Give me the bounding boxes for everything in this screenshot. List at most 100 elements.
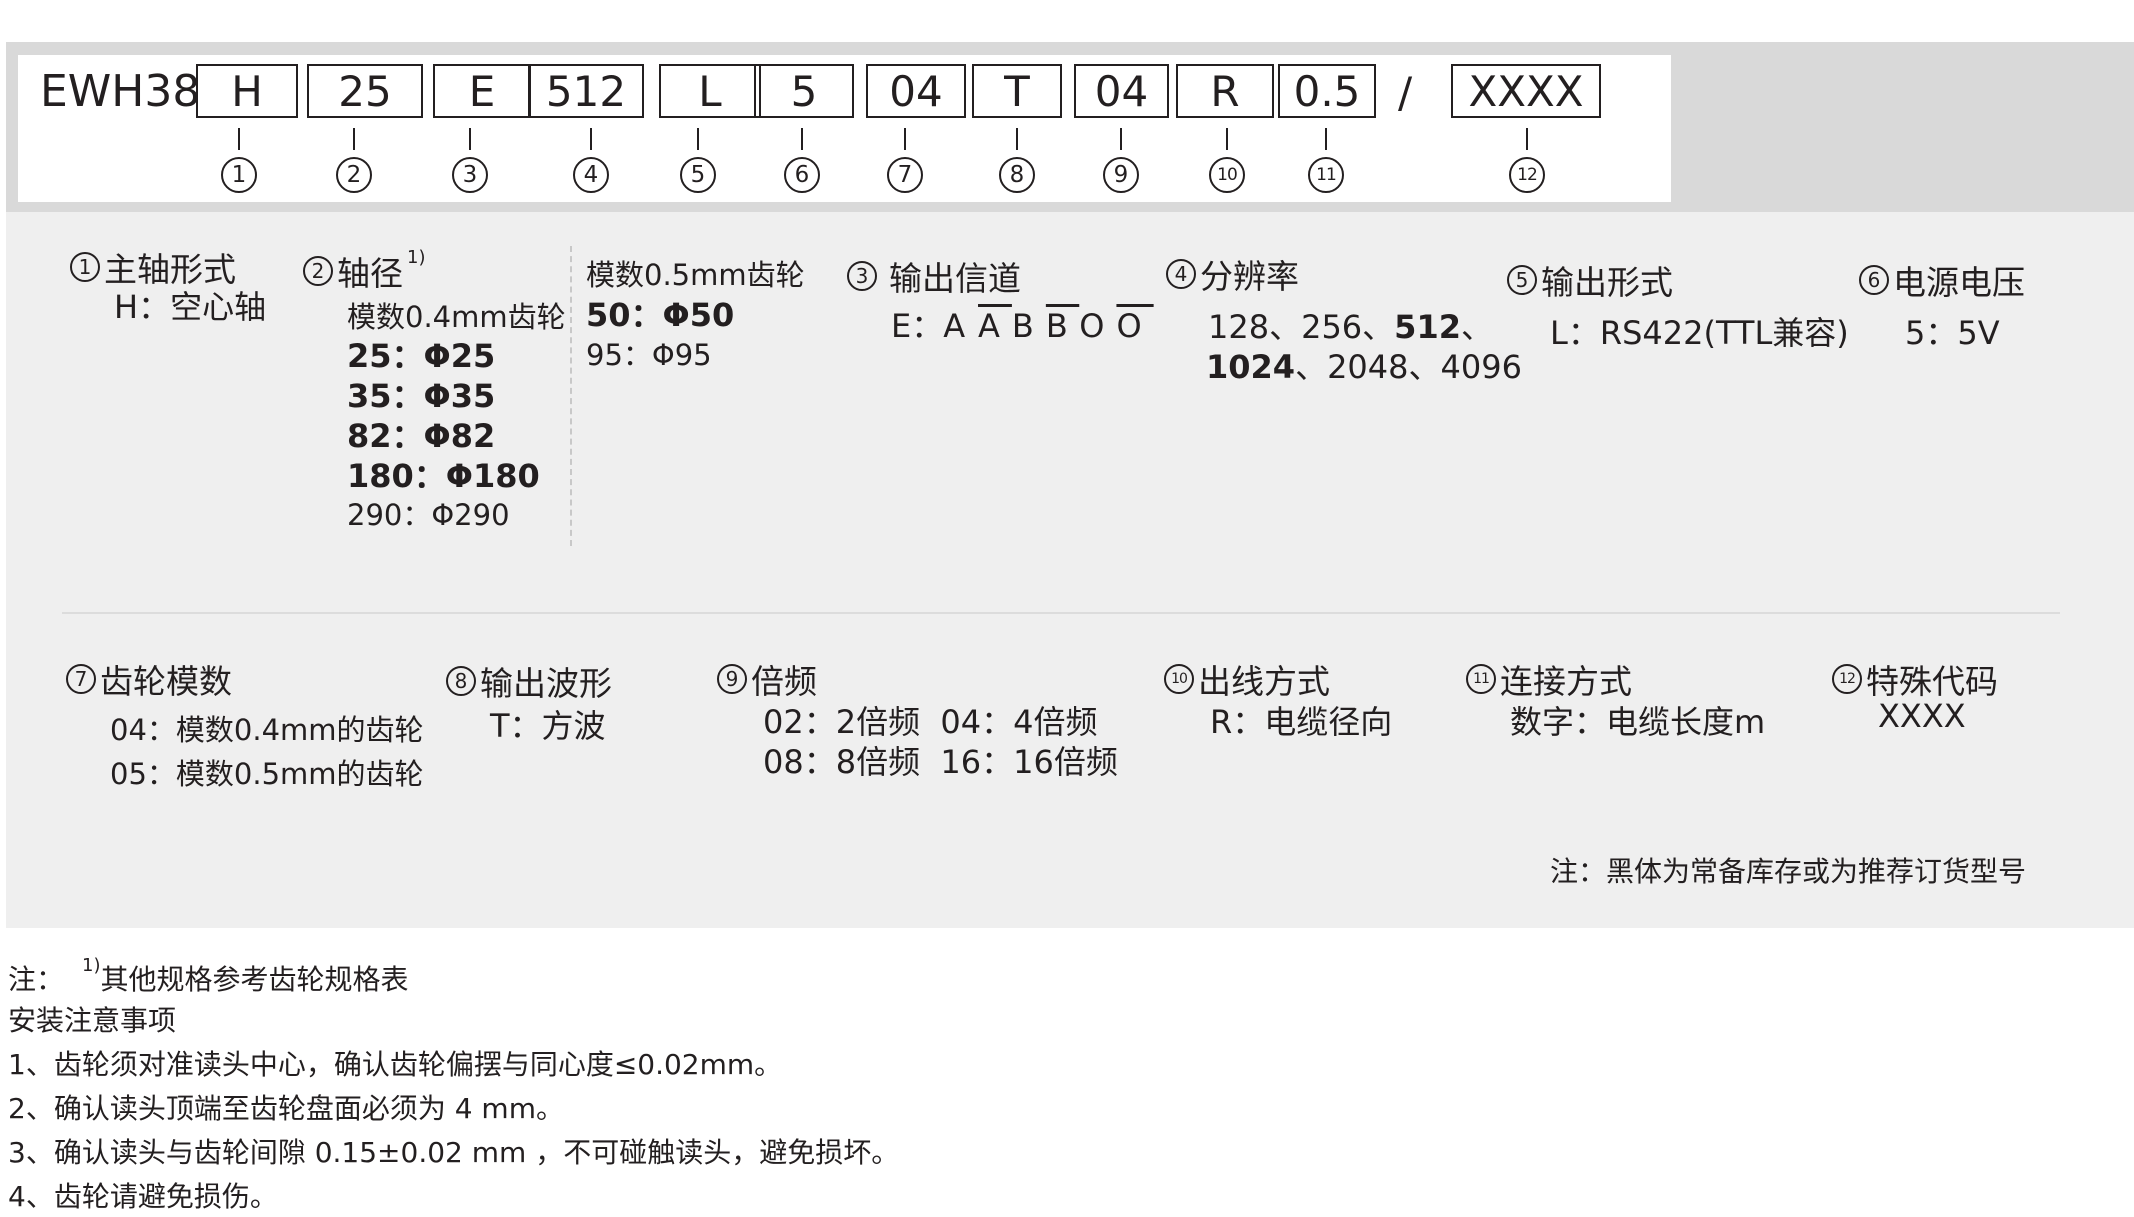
resolution-512: 512 [1394,308,1461,346]
resolution-sep: 、 [1460,308,1493,346]
section-1-number: 1 [70,252,100,282]
code-number-8: 8 [999,157,1035,193]
code-number-3: 3 [452,157,488,193]
footer-note-mark: 1) [82,955,101,976]
code-box-9: 04 [1074,64,1169,118]
code-separator: / [1398,68,1413,117]
section-9-title: 9 倍频 [717,655,817,703]
section-3-prefix: E： [891,307,944,345]
tick-3 [469,128,471,150]
section-4-title-text: 分辨率 [1200,257,1299,296]
code-number-7: 7 [887,157,923,193]
tick-6 [801,128,803,150]
section-1-line: H：空心轴 [114,288,267,326]
install-item-3: 3、确认读头与齿轮间隙 0.15±0.02 mm ，不可碰触读头，避免损坏。 [8,1136,900,1169]
section-2-footnote-mark: 1) [407,247,426,268]
section-5-title-text: 输出形式 [1541,263,1673,302]
code-box-7: 04 [866,64,966,118]
section-11-number: 11 [1466,664,1496,694]
section-7-number: 7 [66,664,96,694]
panel-note: 注：黑体为常备库存或为推荐订货型号 [1550,855,2027,888]
section-4-number: 4 [1166,259,1196,289]
signal-o-bar: O [1116,307,1154,345]
section-6-title: 6 电源电压 [1859,256,2025,304]
section-10-line: R：电缆径向 [1210,703,1393,741]
tick-12 [1526,128,1528,150]
code-number-1: 1 [221,157,257,193]
section-10-title-text: 出线方式 [1198,662,1330,701]
section-8-line: T：方波 [490,707,606,745]
section-5-line: L：RS422(TTL兼容) [1550,314,1849,352]
section-6-line: 5：5V [1905,314,2000,352]
tick-5 [697,128,699,150]
section-8-title: 8 输出波形 [446,657,612,705]
code-number-12: 12 [1509,157,1545,193]
tick-8 [1016,128,1018,150]
section-5-title: 5 输出形式 [1507,256,1673,304]
section-10-title: 10 出线方式 [1164,655,1330,703]
code-number-2: 2 [336,157,372,193]
footer-note-text: 其他规格参考齿轮规格表 [100,963,409,996]
section-10-number: 10 [1164,664,1194,694]
signal-a-bar: A [978,307,1012,345]
footer-note: 注： 1)其他规格参考齿轮规格表 [8,955,409,998]
section-7-title-text: 齿轮模数 [100,662,232,701]
code-box-8: T [972,64,1062,118]
section-12-title: 12 特殊代码 [1832,655,1998,703]
signal-b-bar: B [1045,307,1080,345]
code-box-10: R [1176,64,1274,118]
section-3-title-text: 输出信道 [889,259,1021,298]
section-7-line-1: 04：模数0.4mm的齿轮 [110,713,424,747]
install-item-4: 4、齿轮请避免损伤。 [8,1180,278,1213]
code-number-9: 9 [1103,157,1139,193]
install-item-2: 2、确认读头顶端至齿轮盘面必须为 4 mm。 [8,1092,564,1125]
tick-2 [353,128,355,150]
section-2-line-5: 290：Φ290 [347,498,510,532]
section-11-title: 11 连接方式 [1466,655,1632,703]
signal-a: A [943,307,979,345]
code-box-2: 25 [307,64,423,118]
code-box-4: 512 [528,64,644,118]
tick-4 [590,128,592,150]
signal-b: B [1011,307,1046,345]
section-3-number: 3 [847,261,877,291]
section-9-line-2: 08：8倍频 16：16倍频 [763,743,1118,781]
section-2-title: 2 轴径 1) [303,247,425,295]
code-number-11: 11 [1308,157,1344,193]
section-2b-line-1: 50：Φ50 [586,296,735,334]
section-2-divider [570,246,572,546]
section-12-line: XXXX [1878,697,1966,735]
section-2b-line-2: 95：Φ95 [586,338,712,372]
model-prefix: EWH38 [40,66,201,117]
section-divider [62,612,2060,614]
code-box-12: XXXX [1451,64,1601,118]
section-4-title: 4 分辨率 [1166,250,1299,298]
code-box-3: E [433,64,531,118]
section-2-line-4: 180：Φ180 [347,457,540,495]
resolution-1024: 1024 [1206,348,1296,386]
section-5-number: 5 [1507,265,1537,295]
section-12-number: 12 [1832,664,1862,694]
section-7-title: 7 齿轮模数 [66,655,232,703]
code-box-11: 0.5 [1278,64,1376,118]
section-8-title-text: 输出波形 [480,664,612,703]
tick-9 [1120,128,1122,150]
code-number-6: 6 [784,157,820,193]
section-8-number: 8 [446,666,476,696]
section-3-title: 3 输出信道 [847,252,1021,300]
section-4-line-2: 1024、2048、4096 [1206,342,1522,388]
resolution-values-b: 、2048、4096 [1295,348,1522,386]
code-number-5: 5 [680,157,716,193]
tick-11 [1325,128,1327,150]
section-2-title-text: 轴径 [337,254,403,293]
section-2b-subtitle: 模数0.5mm齿轮 [586,258,805,292]
section-12-title-text: 特殊代码 [1866,662,1998,701]
resolution-values-a: 128、256、 [1208,308,1395,346]
install-heading: 安装注意事项 [8,1004,177,1037]
section-11-line: 数字：电缆长度m [1510,703,1766,741]
section-9-number: 9 [717,664,747,694]
tick-7 [904,128,906,150]
code-number-10: 10 [1209,157,1245,193]
section-3-line: E：AABBOO [891,301,1154,347]
section-7-line-2: 05：模数0.5mm的齿轮 [110,757,424,791]
